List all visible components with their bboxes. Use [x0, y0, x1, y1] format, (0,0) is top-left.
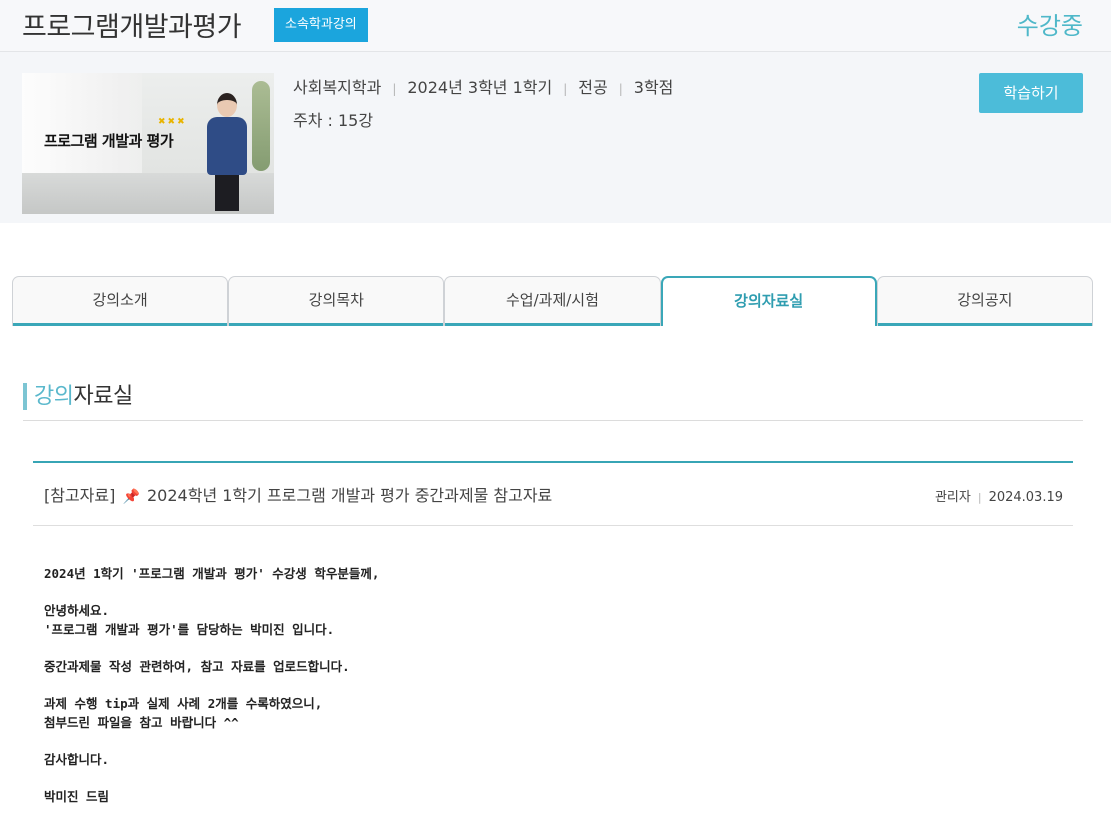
section-title-rest: 자료실 — [73, 384, 133, 409]
section-title: 강의자료실 — [23, 383, 133, 410]
pin-icon: 📌 — [122, 489, 140, 505]
post-body-line: 2024년 1학기 '프로그램 개발과 평가' 수강생 학우분들께, — [44, 566, 380, 581]
post-body-line — [44, 770, 1044, 789]
post-category: [참고자료] — [44, 486, 116, 505]
tab-notices[interactable]: 강의공지 — [876, 276, 1093, 326]
course-thumbnail: ✖✖✖ 프로그램 개발과 평가 — [22, 73, 274, 214]
tab-contents[interactable]: 강의목차 — [228, 276, 445, 326]
decoration-stars-icon: ✖✖✖ — [158, 117, 187, 127]
learn-button[interactable]: 학습하기 — [979, 73, 1083, 113]
course-meta: 사회복지학과 | 2024년 3학년 1학기 | 전공 | 3학점 — [293, 78, 674, 97]
post-body-line — [44, 677, 1044, 696]
course-credits: 3학점 — [633, 78, 674, 97]
course-tabs: 강의소개 강의목차 수업/과제/시험 강의자료실 강의공지 — [12, 276, 1093, 326]
course-department: 사회복지학과 — [293, 78, 382, 97]
section-title-accent: 강의 — [34, 384, 74, 409]
course-header: 프로그램개발과평가 소속학과강의 수강중 — [0, 0, 1111, 52]
post-body: 2024년 1학기 '프로그램 개발과 평가' 수강생 학우분들께, 안녕하세요… — [44, 565, 1044, 807]
enrollment-status: 수강중 — [1016, 12, 1083, 40]
divider — [23, 420, 1083, 421]
post-body-line: 감사합니다. — [44, 751, 110, 767]
course-weeks: 주차 : 15강 — [293, 111, 374, 130]
instructor-image — [203, 93, 251, 214]
post-body-line: 첨부드린 파일을 참고 바랍니다 ^^ — [44, 714, 239, 730]
post-body-line: 과제 수행 tip과 실제 사례 2개를 수록하였으니, — [44, 696, 323, 712]
post-meta: 관리자 | 2024.03.19 — [934, 490, 1063, 505]
divider — [33, 525, 1073, 526]
post-body-line: '프로그램 개발과 평가'를 담당하는 박미진 입니다. — [44, 621, 335, 637]
post-body-line: 안녕하세요. — [44, 603, 110, 619]
course-category: 전공 — [578, 78, 608, 97]
post-author: 관리자 — [934, 490, 971, 505]
tab-intro[interactable]: 강의소개 — [12, 276, 229, 326]
post-body-line — [44, 584, 1044, 603]
post-body-line: 박미진 드림 — [44, 789, 110, 805]
course-info-panel: ✖✖✖ 프로그램 개발과 평가 사회복지학과 | 2024년 3학년 1학기 | 전공 |… — [0, 52, 1111, 223]
tab-materials[interactable]: 강의자료실 — [660, 276, 877, 326]
post-body-line: 중간과제물 작성 관련하여, 참고 자료를 업로드합니다. — [44, 658, 350, 674]
course-term: 2024년 3학년 1학기 — [407, 78, 553, 97]
course-title: 프로그램개발과평가 — [22, 12, 242, 43]
post-body-line — [44, 639, 1044, 658]
post-title-text: 2024학년 1학기 프로그램 개발과 평가 중간과제물 참고자료 — [147, 486, 553, 505]
post-body-line — [44, 732, 1044, 751]
thumbnail-title: 프로그램 개발과 평가 — [44, 132, 174, 150]
divider — [33, 461, 1073, 463]
post-date: 2024.03.19 — [988, 490, 1063, 505]
department-badge: 소속학과강의 — [274, 8, 368, 42]
post-title: [참고자료] 📌 2024학년 1학기 프로그램 개발과 평가 중간과제물 참고… — [44, 482, 552, 506]
tab-class-assignment-exam[interactable]: 수업/과제/시험 — [444, 276, 661, 326]
